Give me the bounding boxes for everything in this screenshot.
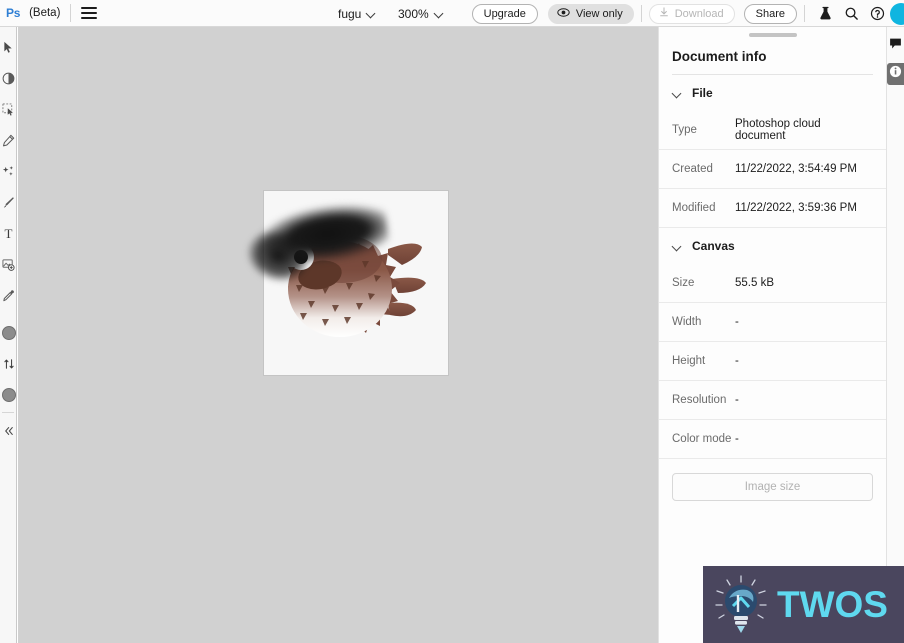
photoshop-logo[interactable]: Ps [4,6,22,20]
row-value: - [735,355,739,367]
watermark-text: TWOS [777,583,888,625]
table-row: Type Photoshop cloud document [659,111,886,150]
section-header-canvas[interactable]: Canvas [659,228,886,264]
chevron-down-icon [672,241,683,252]
type-tool[interactable]: T [0,218,17,249]
hamburger-menu-icon[interactable] [81,7,98,19]
document-name-label: fugu [338,6,362,21]
toolbar-divider [70,4,72,22]
upgrade-button[interactable]: Upgrade [471,3,538,24]
row-value: 55.5 kB [735,277,774,289]
cursor-arrow-icon [3,41,15,54]
row-value: - [735,433,739,445]
quick-mask-tool[interactable] [0,63,17,94]
page-title: Document info [672,49,767,64]
row-key: Modified [672,202,716,214]
chevron-down-icon [435,9,444,18]
spot-heal-tool[interactable] [0,156,17,187]
table-row: Color mode - [659,420,886,459]
info-circle-icon [889,65,902,83]
beaker-icon[interactable] [812,0,838,27]
view-only-label: View only [575,7,623,20]
row-key: Height [672,355,706,367]
table-row: Height - [659,342,886,381]
brush-tool[interactable] [0,187,17,218]
tool-separator [2,412,14,413]
left-tool-rail: T [0,27,17,643]
place-image-tool[interactable] [0,249,17,280]
row-key: Width [672,316,702,328]
chevron-down-icon [672,88,683,99]
paintbrush-icon [2,196,15,209]
row-key: Color mode [672,433,732,445]
move-tool[interactable] [0,32,17,63]
row-value: 11/22/2022, 3:54:49 PM [735,163,857,175]
healing-brush-tool[interactable] [0,125,17,156]
double-chevron-left-icon [3,425,15,437]
table-row: Width - [659,303,886,342]
swap-arrows-icon [3,358,15,370]
download-label: Download [674,7,724,20]
photoshop-web-app: Ps (Beta) fugu 300% Upgrade View only Do… [0,0,904,643]
collapse-toolbar-button[interactable] [0,415,17,446]
table-row: Modified 11/22/2022, 3:59:36 PM [659,189,886,228]
artwork-blowfish [233,196,442,364]
chevron-down-icon [367,9,376,18]
watermark-banner: TWOS [703,566,904,643]
row-value: Photoshop cloud document [735,118,821,142]
top-toolbar: Ps (Beta) fugu 300% Upgrade View only Do… [0,0,904,27]
top-toolbar-right-group: Upgrade View only Download Share [471,0,904,27]
search-icon[interactable] [838,0,864,27]
healing-brush-icon [2,134,15,147]
row-key: Resolution [672,394,727,406]
view-only-button[interactable]: View only [547,3,634,24]
foreground-color-swatch[interactable] [0,317,17,348]
foreground-color-circle [1,325,16,340]
eyedropper-tool[interactable] [0,280,17,311]
row-key: Size [672,277,695,289]
beta-label: (Beta) [29,7,61,19]
right-panel-rail [886,27,904,643]
swap-colors-button[interactable] [0,348,17,379]
row-value: 11/22/2022, 3:59:36 PM [735,202,857,214]
download-button[interactable]: Download [648,3,735,24]
document-info-panel: Document info File Type Photoshop cloud … [658,27,886,643]
share-button[interactable]: Share [743,3,797,24]
row-value: - [735,394,739,406]
lightbulb-icon [713,574,769,636]
zoom-level-dropdown[interactable]: 300% [398,0,444,27]
background-color-swatch[interactable] [0,379,17,410]
comments-panel-button[interactable] [887,35,904,57]
download-arrow-icon [658,6,670,21]
image-size-button[interactable]: Image size [672,473,873,501]
table-row: Resolution - [659,381,886,420]
row-key: Created [672,163,713,175]
object-select-tool[interactable] [0,94,17,125]
section-label-file: File [692,86,713,100]
artboard[interactable] [233,191,448,375]
table-row: Size 55.5 kB [659,264,886,303]
row-key: Type [672,124,697,136]
document-info-panel-button[interactable] [886,63,904,85]
help-circle-icon[interactable] [864,0,890,27]
toolbar-divider [640,5,642,22]
document-name-dropdown[interactable]: fugu [338,0,376,27]
eye-icon [557,6,570,22]
sparkles-icon [2,165,15,178]
canvas-area[interactable] [18,27,658,643]
toolbar-divider [804,5,805,22]
eyedropper-icon [2,289,15,302]
marquee-select-icon [2,103,15,116]
section-header-file[interactable]: File [659,75,886,111]
text-t-icon: T [4,226,13,241]
zoom-level-label: 300% [398,6,429,21]
table-row: Created 11/22/2022, 3:54:49 PM [659,150,886,189]
row-value: - [735,316,739,328]
section-label-canvas: Canvas [692,239,735,253]
place-image-icon [2,258,15,271]
user-avatar[interactable] [890,2,904,25]
background-color-circle [1,387,16,402]
half-circle-icon [2,72,15,85]
comment-bubble-icon [889,37,902,55]
